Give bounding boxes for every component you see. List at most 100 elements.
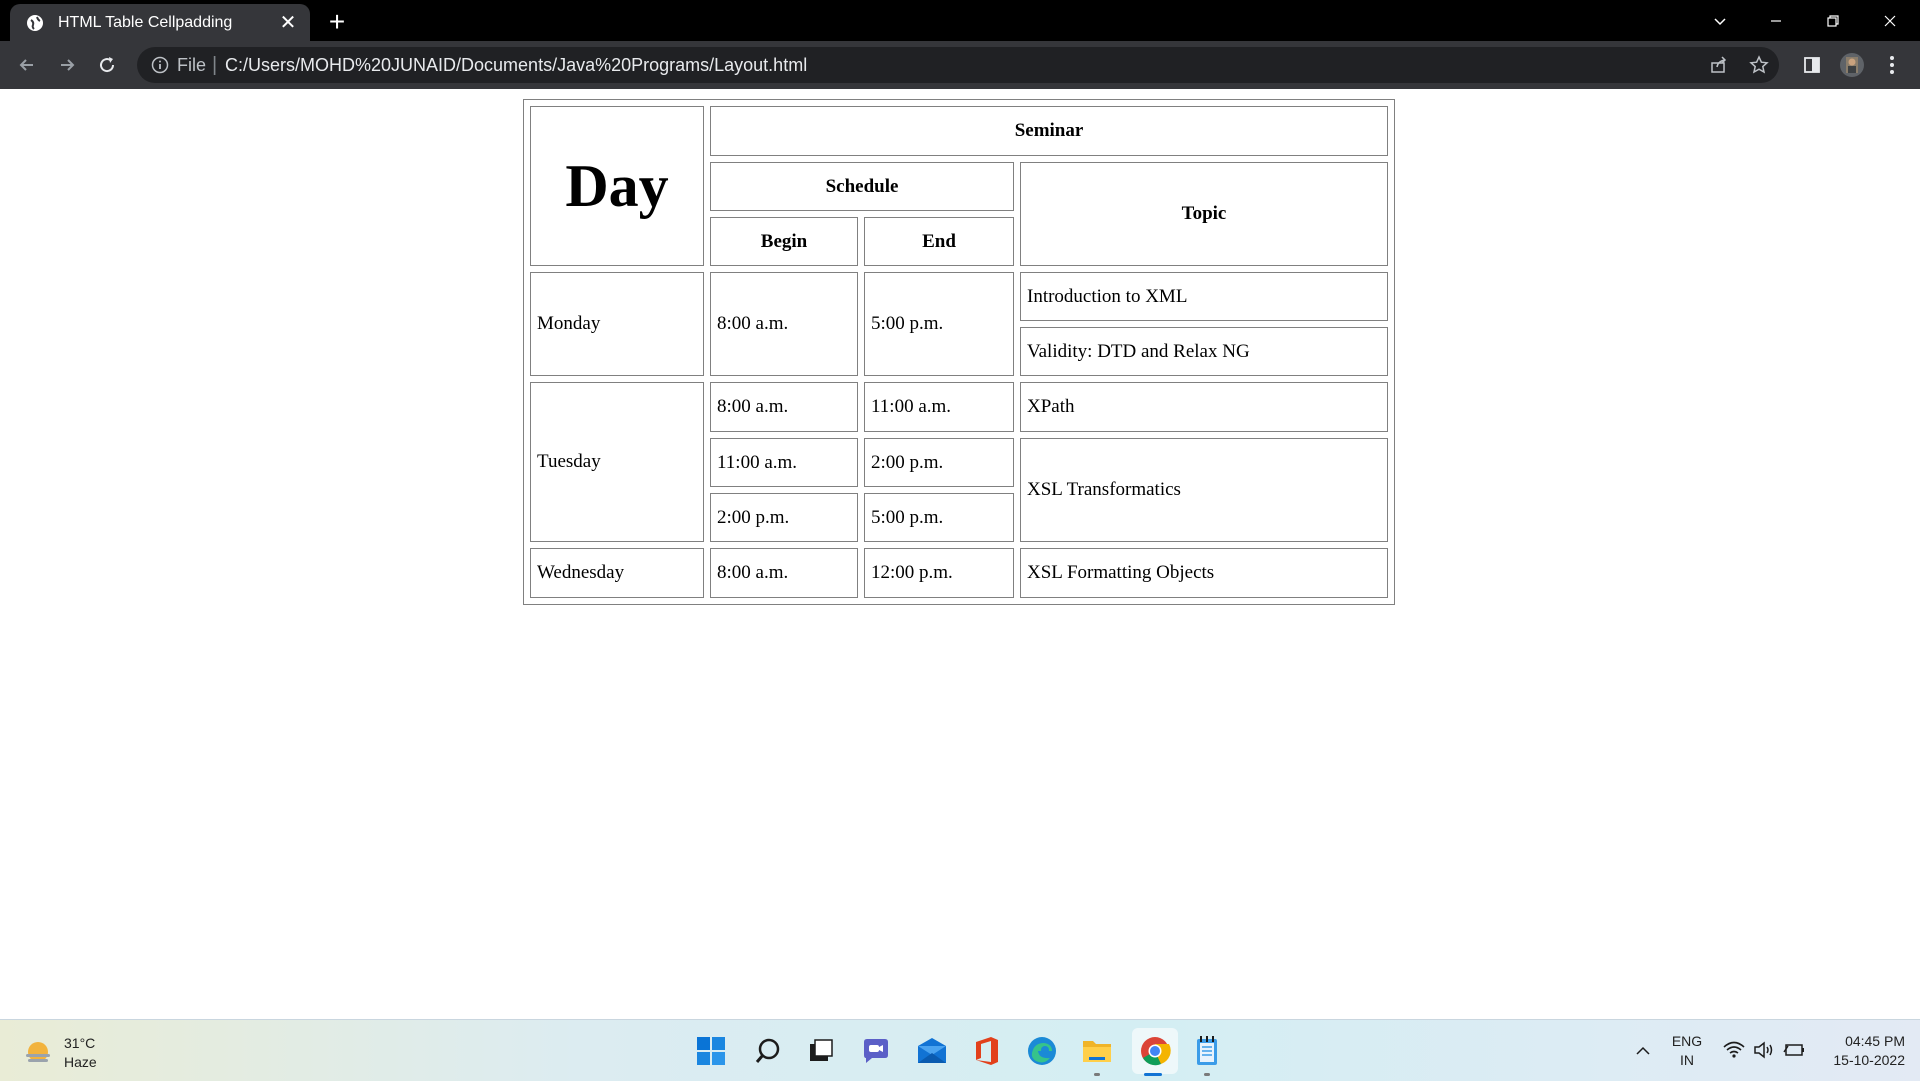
office-button[interactable]: [968, 1032, 1006, 1070]
minimize-button[interactable]: [1748, 0, 1804, 41]
seminar-table: Day Seminar Schedule Topic Begin End Mon…: [523, 99, 1395, 605]
language-indicator[interactable]: ENG IN: [1665, 1032, 1709, 1070]
bookmark-star-icon[interactable]: [1749, 55, 1769, 75]
mail-button[interactable]: [913, 1032, 951, 1070]
active-tab[interactable]: HTML Table Cellpadding ✕: [10, 4, 310, 41]
weather-description: Haze: [64, 1054, 97, 1070]
region-code: IN: [1680, 1052, 1694, 1068]
new-tab-button[interactable]: +: [322, 7, 352, 37]
globe-icon: [26, 14, 44, 32]
battery-icon: [1783, 1044, 1804, 1056]
end-cell: 5:00 p.m.: [864, 493, 1014, 542]
task-view-button[interactable]: [801, 1032, 839, 1070]
chat-icon: [864, 1039, 888, 1063]
haze-weather-icon: [26, 1042, 50, 1062]
topic-cell: XSL Formatting Objects: [1020, 548, 1388, 598]
chevron-down-icon: [1714, 17, 1726, 25]
close-icon: [1884, 15, 1896, 26]
notepad-button[interactable]: [1188, 1032, 1226, 1070]
end-cell: 11:00 a.m.: [864, 382, 1014, 432]
reload-icon: [100, 57, 115, 73]
address-bar[interactable]: File | C:/Users/MOHD%20JUNAID/Documents/…: [137, 47, 1779, 83]
topic-cell: Validity: DTD and Relax NG: [1020, 327, 1388, 376]
topic-cell: XPath: [1020, 382, 1388, 432]
begin-cell: 8:00 a.m.: [710, 382, 858, 432]
edge-icon: [1028, 1037, 1056, 1065]
app-active-indicator: [1144, 1073, 1162, 1076]
speaker-icon: [1754, 1041, 1773, 1059]
seminar-header: Seminar: [710, 106, 1388, 156]
address-scheme: File: [177, 55, 207, 75]
day-cell-monday: Monday: [530, 272, 704, 376]
clock[interactable]: 04:45 PM 15-10-2022: [1815, 1032, 1905, 1070]
browser-toolbar: File | C:/Users/MOHD%20JUNAID/Documents/…: [0, 41, 1920, 89]
avatar-icon: [1840, 53, 1864, 77]
tab-title: HTML Table Cellpadding: [58, 13, 233, 31]
profile-avatar[interactable]: [1840, 53, 1864, 77]
page-content: Day Seminar Schedule Topic Begin End Mon…: [0, 89, 1920, 1019]
app-running-indicator: [1094, 1073, 1100, 1076]
address-separator: |: [212, 54, 218, 76]
share-icon[interactable]: [1709, 55, 1729, 75]
folder-icon: [1083, 1041, 1111, 1062]
menu-button[interactable]: [1880, 53, 1904, 77]
clock-date: 15-10-2022: [1833, 1052, 1905, 1068]
show-hidden-icons-button[interactable]: [1625, 1032, 1661, 1070]
notepad-icon: [1197, 1036, 1217, 1065]
restore-icon: [1827, 14, 1839, 27]
task-view-icon: [810, 1039, 833, 1061]
arrow-right-icon: [61, 59, 75, 71]
arrow-left-icon: [19, 59, 33, 71]
wifi-icon: [1723, 1041, 1745, 1058]
topic-cell: XSL Transformatics: [1020, 438, 1388, 542]
side-panel-icon: [1804, 57, 1820, 73]
kebab-menu-icon: [1890, 56, 1894, 74]
begin-cell: 8:00 a.m.: [710, 548, 858, 598]
day-cell-tuesday: Tuesday: [530, 382, 704, 542]
topic-cell: Introduction to XML: [1020, 272, 1388, 321]
office-icon: [976, 1037, 998, 1065]
begin-header: Begin: [710, 217, 858, 266]
search-button[interactable]: [749, 1032, 787, 1070]
address-url[interactable]: C:/Users/MOHD%20JUNAID/Documents/Java%20…: [225, 55, 807, 76]
minimize-icon: [1771, 19, 1781, 22]
chrome-icon: [1141, 1037, 1171, 1066]
end-header: End: [864, 217, 1014, 266]
start-button[interactable]: [692, 1032, 730, 1070]
topic-header: Topic: [1020, 162, 1388, 266]
begin-cell: 2:00 p.m.: [710, 493, 858, 542]
clock-time: 04:45 PM: [1845, 1033, 1905, 1049]
windows-start-icon: [697, 1037, 725, 1065]
edge-button[interactable]: [1023, 1032, 1061, 1070]
reload-button[interactable]: [92, 50, 122, 80]
begin-cell: 8:00 a.m.: [710, 272, 858, 376]
weather-temperature: 31°C: [64, 1035, 96, 1051]
chevron-up-icon: [1636, 1046, 1650, 1055]
mail-icon: [918, 1038, 946, 1063]
tab-strip: HTML Table Cellpadding ✕ +: [0, 0, 1920, 41]
tab-search-button[interactable]: [1692, 0, 1748, 41]
tab-close-icon[interactable]: ✕: [276, 11, 300, 35]
schedule-header: Schedule: [710, 162, 1014, 211]
back-button[interactable]: [12, 50, 42, 80]
windows-taskbar: 31°C Haze ENG IN 04:45 PM 15-10-2022: [0, 1019, 1920, 1081]
end-cell: 2:00 p.m.: [864, 438, 1014, 487]
begin-cell: 11:00 a.m.: [710, 438, 858, 487]
quick-settings-button[interactable]: [1714, 1034, 1814, 1066]
info-icon[interactable]: [151, 56, 169, 74]
forward-button[interactable]: [52, 50, 82, 80]
weather-widget[interactable]: 31°C Haze: [22, 1034, 97, 1072]
day-header: Day: [530, 106, 704, 266]
close-window-button[interactable]: [1862, 0, 1918, 41]
teams-chat-button[interactable]: [857, 1032, 895, 1070]
file-explorer-button[interactable]: [1078, 1032, 1116, 1070]
language-code: ENG: [1671, 1033, 1703, 1049]
end-cell: 5:00 p.m.: [864, 272, 1014, 376]
side-panel-button[interactable]: [1800, 53, 1824, 77]
chrome-button[interactable]: [1132, 1028, 1178, 1074]
search-icon: [755, 1038, 780, 1063]
end-cell: 12:00 p.m.: [864, 548, 1014, 598]
app-running-indicator: [1204, 1073, 1210, 1076]
day-cell-wednesday: Wednesday: [530, 548, 704, 598]
restore-button[interactable]: [1805, 0, 1861, 41]
